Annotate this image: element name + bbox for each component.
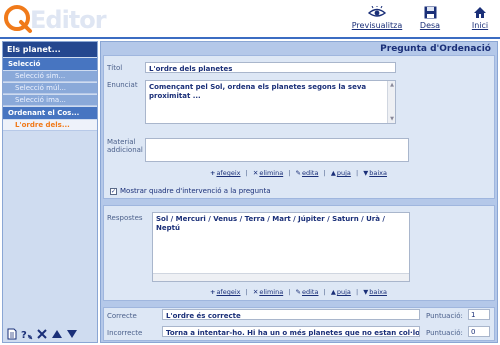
home-button[interactable]: Inici: [466, 6, 494, 30]
down-arrow-icon: ▼: [363, 169, 369, 177]
statement-text: Començant pel Sol, ordena els planetes s…: [149, 83, 367, 100]
move-up-icon[interactable]: [51, 328, 63, 340]
move-down-icon[interactable]: [66, 328, 78, 340]
svg-text:?: ?: [21, 330, 27, 340]
edit-icon: ✎: [295, 288, 301, 296]
down-arrow-icon: ▼: [363, 288, 369, 296]
sidebar-item-seleccio-imatge[interactable]: Selecció ima...: [3, 95, 97, 106]
save-button[interactable]: Desa: [415, 6, 445, 30]
incorrect-score-label: Puntuació:: [426, 329, 463, 337]
feedback-panel: Correcte L'ordre és correcte Puntuació: …: [103, 307, 495, 341]
add-icon: +: [210, 288, 216, 296]
delete-icon: ✕: [252, 288, 259, 296]
correct-score-label: Puntuació:: [426, 312, 463, 320]
answers-label: Respostes: [107, 214, 143, 222]
question-panel: Títol L'ordre dels planetes Enunciat Com…: [103, 55, 495, 199]
main-panel: Pregunta d'Ordenació Títol L'ordre dels …: [100, 41, 498, 343]
incorrect-score-input[interactable]: 0: [468, 326, 490, 337]
logo-text: Editor: [30, 6, 107, 34]
checkbox-label: Mostrar quadre d'intervenció a la pregun…: [120, 187, 271, 195]
delete-icon[interactable]: [36, 328, 48, 340]
correct-label: Correcte: [107, 312, 137, 320]
page-title: Pregunta d'Ordenació: [380, 44, 491, 54]
sidebar-title[interactable]: Els planet...: [3, 42, 97, 57]
delete-material-link[interactable]: elimina: [259, 169, 283, 177]
material-textarea[interactable]: [145, 138, 409, 162]
answers-text: Sol / Mercuri / Venus / Terra / Mart / J…: [156, 215, 385, 232]
add-icon: +: [210, 169, 216, 177]
incorrect-feedback-input[interactable]: Torna a intentar-ho. Hi ha un o més plan…: [162, 326, 420, 337]
scroll-up-icon[interactable]: ▲: [389, 82, 395, 88]
answers-actions: +afegeix | ✕elimina | ✎edita | ▲puja | ▼…: [210, 288, 387, 296]
add-answer-link[interactable]: afegeix: [216, 288, 240, 296]
statement-label: Enunciat: [107, 81, 138, 89]
answers-panel: Respostes Sol / Mercuri / Venus / Terra …: [103, 205, 495, 301]
move-down-answer-link[interactable]: baixa: [369, 288, 387, 296]
edit-material-link[interactable]: edita: [302, 169, 318, 177]
sidebar: Els planet... Selecció Selecció sim... S…: [2, 41, 98, 343]
correct-score-input[interactable]: 1: [468, 309, 490, 320]
eye-icon: [367, 6, 387, 17]
answers-list[interactable]: Sol / Mercuri / Venus / Terra / Mart / J…: [152, 212, 410, 282]
home-label: Inici: [471, 21, 489, 30]
move-up-answer-link[interactable]: puja: [337, 288, 351, 296]
material-label: Material addicional: [107, 138, 143, 154]
statement-scrollbar[interactable]: ▲ ▼: [387, 81, 395, 123]
incorrect-label: Incorrecte: [107, 329, 143, 337]
checkbox-icon[interactable]: ✓: [110, 187, 117, 195]
sidebar-section-ordenant[interactable]: Ordenant el Cos...: [3, 107, 97, 119]
move-down-material-link[interactable]: baixa: [369, 169, 387, 177]
sidebar-toolbar: ?: [6, 328, 78, 340]
edit-icon: ✎: [295, 169, 301, 177]
help-icon[interactable]: ?: [21, 328, 33, 340]
show-intervention-checkbox[interactable]: ✓ Mostrar quadre d'intervenció a la preg…: [110, 187, 271, 195]
app-header: Editor Previsualitza Desa Inici: [0, 0, 500, 39]
scroll-down-icon[interactable]: ▼: [389, 116, 395, 122]
up-arrow-icon: ▲: [330, 288, 336, 296]
save-label: Desa: [419, 21, 441, 30]
title-input[interactable]: L'ordre dels planetes: [145, 62, 396, 73]
answers-scrollbar[interactable]: [153, 273, 409, 281]
add-material-link[interactable]: afegeix: [216, 169, 240, 177]
statement-textarea[interactable]: Començant pel Sol, ordena els planetes s…: [145, 80, 396, 124]
title-label: Títol: [107, 64, 123, 72]
sidebar-item-seleccio-multiple[interactable]: Selecció múl...: [3, 83, 97, 94]
correct-feedback-input[interactable]: L'ordre és correcte: [162, 309, 420, 320]
preview-button[interactable]: Previsualitza: [350, 6, 404, 30]
delete-icon: ✕: [252, 169, 259, 177]
sidebar-item-seleccio-simple[interactable]: Selecció sim...: [3, 71, 97, 82]
up-arrow-icon: ▲: [330, 169, 336, 177]
save-icon: [424, 6, 436, 19]
app-logo: Editor: [4, 4, 124, 38]
edit-answer-link[interactable]: edita: [302, 288, 318, 296]
new-page-icon[interactable]: [6, 328, 18, 340]
sidebar-section-seleccio[interactable]: Selecció: [3, 58, 97, 70]
move-up-material-link[interactable]: puja: [337, 169, 351, 177]
sidebar-item-ordre-planetes[interactable]: L'ordre dels...: [3, 120, 97, 131]
header-divider: [0, 37, 500, 39]
home-icon: [474, 7, 486, 18]
material-actions: +afegeix | ✕elimina | ✎edita | ▲puja | ▼…: [210, 169, 387, 177]
delete-answer-link[interactable]: elimina: [259, 288, 283, 296]
preview-label: Previsualitza: [351, 21, 403, 30]
